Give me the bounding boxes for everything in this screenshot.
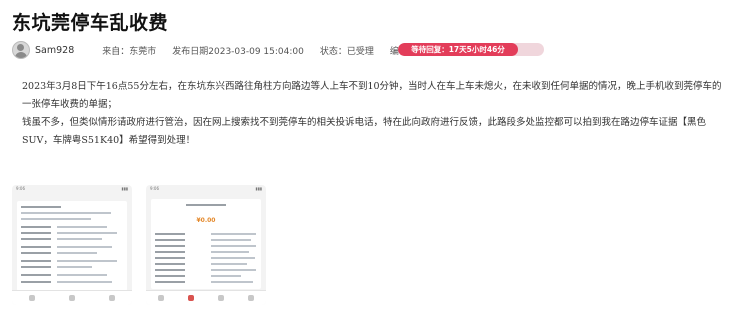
profile-icon: [248, 295, 254, 301]
home-icon: [158, 295, 164, 301]
phone-status-bar: 9:06 ▮▮▮: [12, 185, 132, 193]
page-title: 东坑莞停车乱收费: [12, 12, 169, 34]
home-icon: [29, 295, 35, 301]
username[interactable]: Sam928: [35, 45, 74, 56]
phone-time: 9:06: [16, 186, 25, 191]
status-label: 状态：已受理: [319, 46, 374, 57]
receipt-amount: ¥0.00: [196, 217, 216, 224]
profile-icon: [109, 295, 115, 301]
post-body: 2023年3月8日下午16点55分左右，在东坑东兴西路往角柱方向路边等人上车不到…: [22, 78, 728, 150]
phone-tab-bar: [146, 290, 266, 305]
phone-status-bar: 9:06 ▮▮▮: [146, 185, 266, 193]
list-icon: [69, 295, 75, 301]
attachment-image[interactable]: 9:06 ▮▮▮: [12, 185, 132, 305]
wait-time-text: 等待回复：17天5小时46分: [411, 45, 505, 54]
signal-icon: ▮▮▮: [121, 186, 128, 191]
wait-time-badge: 等待回复：17天5小时46分: [398, 43, 544, 56]
source-location: 来自：东莞市: [102, 46, 157, 57]
parking-icon: [188, 295, 194, 301]
body-paragraph: 钱虽不多，但类似情形请政府进行管治，因在网上搜索找不到莞停车的相关投诉电话，特在…: [22, 117, 707, 146]
avatar[interactable]: [12, 41, 30, 59]
publish-date: 发布日期2023-03-09 15:04:00: [172, 46, 304, 57]
body-paragraph: 2023年3月8日下午16点55分左右，在东坑东兴西路往角柱方向路边等人上车不到…: [22, 81, 722, 110]
phone-time: 9:06: [150, 186, 159, 191]
car-icon: [218, 295, 224, 301]
receipt-card: [17, 201, 127, 291]
signal-icon: ▮▮▮: [255, 186, 262, 191]
receipt-card: ¥0.00: [151, 199, 261, 289]
attachment-image[interactable]: 9:06 ▮▮▮ ¥0.00: [146, 185, 266, 305]
phone-tab-bar: [12, 290, 132, 305]
